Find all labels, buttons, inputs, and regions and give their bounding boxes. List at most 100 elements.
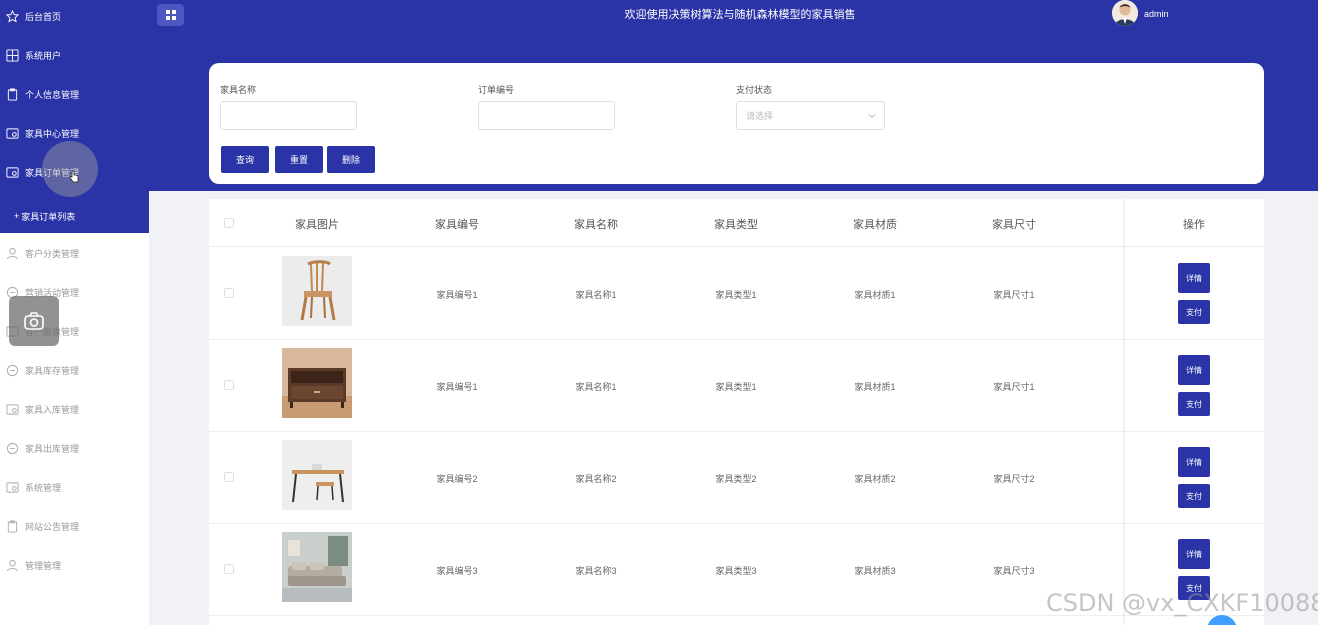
- sidebar-item-label: 网站公告管理: [25, 522, 80, 532]
- hand-cursor-icon: [69, 170, 79, 183]
- furniture-image-sofa: [282, 532, 352, 602]
- row-checkbox[interactable]: [224, 564, 234, 574]
- star-icon: [6, 10, 19, 23]
- store-icon: [6, 481, 19, 494]
- column-header: 家具图片: [295, 219, 339, 231]
- column-header: 家具尺寸: [992, 219, 1036, 231]
- chevron-down-icon: [868, 114, 876, 119]
- cell-material: 家具材质3: [854, 566, 896, 576]
- furniture-image-chair: [282, 256, 352, 326]
- delete-button[interactable]: 删除: [327, 146, 375, 173]
- avatar[interactable]: [1112, 0, 1138, 26]
- column-header: 家具名称: [574, 219, 618, 231]
- sidebar-item-label: 家具入库管理: [25, 405, 80, 415]
- detail-button[interactable]: 详情: [1178, 263, 1210, 293]
- row-checkbox[interactable]: [224, 472, 234, 482]
- plus-icon: +: [14, 211, 20, 221]
- order-number-input[interactable]: [478, 101, 615, 130]
- column-header: 家具编号: [435, 219, 479, 231]
- pay-button[interactable]: 支付: [1178, 392, 1210, 416]
- cell-code: 家具编号3: [436, 566, 478, 576]
- sidebar-item-home[interactable]: 后台首页: [0, 0, 149, 36]
- chat-icon: [6, 442, 19, 455]
- cell-type: 家具类型2: [715, 474, 757, 484]
- sidebar-item-label: 系统用户: [25, 51, 62, 61]
- column-header: 操作: [1183, 219, 1205, 231]
- cell-name: 家具名称2: [575, 474, 617, 484]
- detail-button[interactable]: 详情: [1178, 447, 1210, 477]
- sidebar-item-label: 家具库存管理: [25, 366, 80, 376]
- screenshot-button[interactable]: [9, 296, 59, 346]
- sidebar: 后台首页 系统用户 个人信息管理 家具中心管理 家具订单管理 + 家具订单列表 …: [0, 0, 149, 625]
- click-highlight: [42, 141, 98, 197]
- sidebar-item-label: 家具出库管理: [25, 444, 80, 454]
- detail-button[interactable]: 详情: [1178, 539, 1210, 569]
- store-icon: [6, 127, 19, 140]
- query-button[interactable]: 查询: [221, 146, 269, 173]
- pay-button[interactable]: 支付: [1178, 484, 1210, 508]
- chat-icon: [6, 364, 19, 377]
- sidebar-subitem-label: 家具订单列表: [21, 211, 76, 222]
- sidebar-item-stock-out[interactable]: 家具出库管理: [0, 429, 149, 468]
- sidebar-item-label: 个人信息管理: [25, 90, 80, 100]
- grid-icon: [6, 49, 19, 62]
- row-checkbox[interactable]: [224, 380, 234, 390]
- camera-icon: [24, 312, 44, 330]
- watermark: CSDN @vx_CXKF10088: [1046, 589, 1318, 617]
- user-icon: [6, 247, 19, 260]
- grid-menu-icon: [165, 10, 176, 20]
- sidebar-item-profile[interactable]: 个人信息管理: [0, 75, 149, 114]
- cell-material: 家具材质1: [854, 382, 896, 392]
- column-header: 家具材质: [853, 219, 897, 231]
- furniture-image-cabinet: [282, 348, 352, 418]
- order-number-label: 订单编号: [478, 85, 515, 95]
- sidebar-item-inventory[interactable]: 家具库存管理: [0, 351, 149, 390]
- furniture-name-label: 家具名称: [220, 85, 257, 95]
- select-all-checkbox[interactable]: [224, 218, 234, 228]
- sidebar-item-announcements[interactable]: 网站公告管理: [0, 507, 149, 546]
- cell-type: 家具类型1: [715, 382, 757, 392]
- cell-code: 家具编号1: [436, 290, 478, 300]
- payment-status-select[interactable]: 请选择: [736, 101, 885, 130]
- row-checkbox[interactable]: [224, 288, 234, 298]
- clipboard-icon: [6, 88, 19, 101]
- sidebar-item-stock-in[interactable]: 家具入库管理: [0, 390, 149, 429]
- sidebar-item-admin[interactable]: 管理管理: [0, 546, 149, 585]
- cell-type: 家具类型1: [715, 290, 757, 300]
- menu-toggle-button[interactable]: [157, 4, 184, 26]
- page-title: 欢迎使用决策树算法与随机森林模型的家具销售: [624, 9, 856, 21]
- table-header: 家具图片 家具编号 家具名称 家具类型 家具材质 家具尺寸 操作: [209, 199, 1264, 247]
- sidebar-item-customer-category[interactable]: 客户分类管理: [0, 234, 149, 273]
- cell-material: 家具材质1: [854, 290, 896, 300]
- cell-size: 家具尺寸3: [993, 566, 1035, 576]
- table-row: 家具编号2 家具名称2 家具类型2 家具材质2 家具尺寸2 详情 支付: [209, 432, 1264, 524]
- table-row: 家具编号1 家具名称1 家具类型1 家具材质1 家具尺寸1 详情 支付: [209, 340, 1264, 432]
- cell-name: 家具名称1: [575, 290, 617, 300]
- payment-status-label: 支付状态: [736, 85, 773, 95]
- sidebar-item-label: 系统管理: [25, 483, 62, 493]
- furniture-name-input[interactable]: [220, 101, 357, 130]
- pay-button[interactable]: 支付: [1178, 300, 1210, 324]
- sidebar-item-system[interactable]: 系统管理: [0, 468, 149, 507]
- cell-name: 家具名称1: [575, 382, 617, 392]
- cell-size: 家具尺寸1: [993, 382, 1035, 392]
- cell-type: 家具类型3: [715, 566, 757, 576]
- cell-code: 家具编号1: [436, 382, 478, 392]
- detail-button[interactable]: 详情: [1178, 355, 1210, 385]
- sidebar-item-label: 家具中心管理: [25, 129, 80, 139]
- sidebar-item-users[interactable]: 系统用户: [0, 36, 149, 75]
- column-header: 家具类型: [714, 219, 758, 231]
- reset-button[interactable]: 重置: [275, 146, 323, 173]
- user-icon: [6, 559, 19, 572]
- select-placeholder: 请选择: [746, 111, 774, 121]
- sidebar-subitem-order-list[interactable]: + 家具订单列表: [14, 207, 75, 225]
- sidebar-item-label: 客户分类管理: [25, 249, 80, 259]
- username[interactable]: admin: [1144, 9, 1169, 19]
- cell-code: 家具编号2: [436, 474, 478, 484]
- orders-table: 家具图片 家具编号 家具名称 家具类型 家具材质 家具尺寸 操作 家具编号1 家…: [209, 199, 1264, 625]
- cell-material: 家具材质2: [854, 474, 896, 484]
- fixed-column-divider: [1123, 199, 1125, 625]
- cell-size: 家具尺寸1: [993, 290, 1035, 300]
- furniture-image-desk: [282, 440, 352, 510]
- sidebar-item-label: 后台首页: [25, 12, 62, 22]
